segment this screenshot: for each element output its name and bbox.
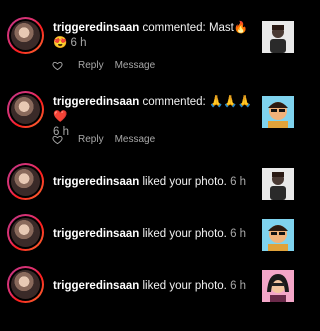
- timestamp: 6 h: [70, 37, 87, 49]
- avatar[interactable]: [7, 91, 44, 128]
- timestamp: 6 h: [230, 228, 247, 240]
- message-button[interactable]: Message: [115, 60, 156, 71]
- avatar[interactable]: [7, 214, 44, 251]
- avatar[interactable]: [7, 266, 44, 303]
- timestamp: 6 h: [230, 176, 247, 188]
- reply-button[interactable]: Reply: [78, 60, 104, 71]
- username[interactable]: triggeredinsaan: [53, 228, 139, 240]
- post-thumbnail[interactable]: [262, 21, 294, 53]
- notification-text: triggeredinsaan liked your photo. 6 h: [53, 280, 247, 292]
- heart-outline-icon[interactable]: [52, 134, 63, 145]
- message-button[interactable]: Message: [115, 134, 156, 145]
- reply-button[interactable]: Reply: [78, 134, 104, 145]
- username[interactable]: triggeredinsaan: [53, 176, 139, 188]
- avatar[interactable]: [7, 163, 44, 200]
- heart-outline-icon[interactable]: [52, 60, 63, 71]
- username[interactable]: triggeredinsaan: [53, 96, 139, 108]
- avatar[interactable]: [7, 17, 44, 54]
- post-thumbnail[interactable]: [262, 96, 294, 128]
- post-thumbnail[interactable]: [262, 270, 294, 302]
- notification-text: triggeredinsaan liked your photo. 6 h: [53, 228, 247, 240]
- notification-text: triggeredinsaan liked your photo. 6 h: [53, 176, 247, 188]
- post-thumbnail[interactable]: [262, 219, 294, 251]
- timestamp: 6 h: [230, 280, 247, 292]
- username[interactable]: triggeredinsaan: [53, 280, 139, 292]
- username[interactable]: triggeredinsaan: [53, 22, 139, 34]
- notification-text: triggeredinsaan commented: Mast🔥 😍 6 h: [53, 22, 249, 49]
- post-thumbnail[interactable]: [262, 168, 294, 200]
